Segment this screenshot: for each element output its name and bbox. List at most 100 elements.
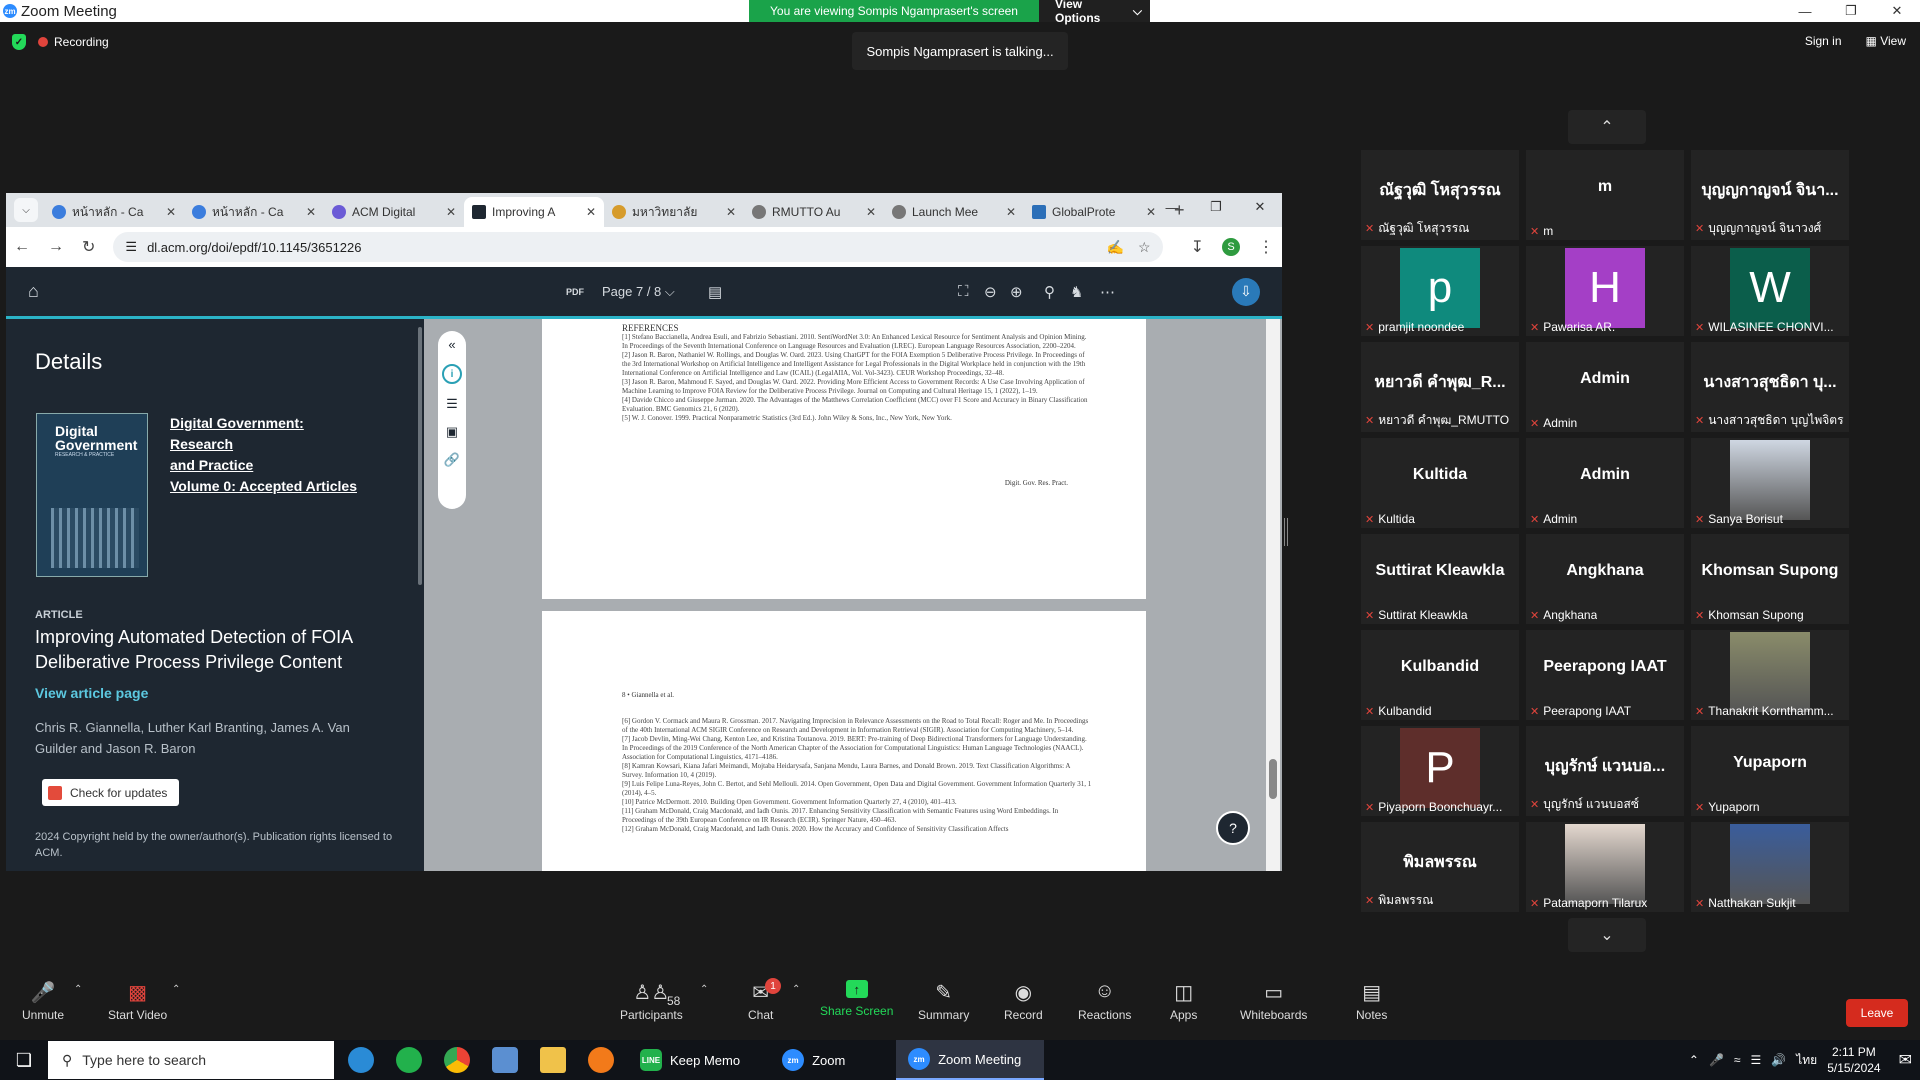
link-icon[interactable]: 🔗: [444, 452, 460, 468]
wifi-icon[interactable]: ☰: [1751, 1053, 1762, 1067]
unmute-button[interactable]: 🎤 Unmute: [22, 980, 64, 1022]
participant-tile[interactable]: Kultida ✕ Kultida: [1361, 438, 1519, 528]
participant-tile[interactable]: Khomsan Supong ✕ Khomsan Supong: [1691, 534, 1849, 624]
check-for-updates-button[interactable]: Check for updates: [42, 779, 179, 806]
participant-tile[interactable]: p ✕ pramjit noondee: [1361, 246, 1519, 336]
browser-tab[interactable]: หน้าหลัก - Ca ✕: [44, 197, 184, 227]
share-screen-button[interactable]: ↑ Share Screen: [820, 980, 893, 1018]
participant-tile[interactable]: Yupaporn ✕ Yupaporn: [1691, 726, 1849, 816]
chat-caret-icon[interactable]: ⌃: [792, 984, 800, 995]
participant-tile[interactable]: Peerapong IAAT ✕ Peerapong IAAT: [1526, 630, 1684, 720]
whiteboards-button[interactable]: ▭ Whiteboards: [1240, 980, 1307, 1022]
reload-icon[interactable]: ↻: [82, 237, 95, 257]
gallery-page-up-button[interactable]: ⌃: [1568, 110, 1646, 144]
microphone-icon[interactable]: 🎤: [1709, 1053, 1724, 1067]
participant-tile[interactable]: หยาวดี คำพุฒ_R... ✕ หยาวดี คำพุฒ_RMUTTO: [1361, 342, 1519, 432]
view-article-link[interactable]: View article page: [35, 685, 148, 701]
url-field[interactable]: ☰ dl.acm.org/doi/epdf/10.1145/3651226 ✍ ☆: [113, 232, 1163, 262]
taskbar-app-zoom-meeting[interactable]: zm Zoom Meeting: [896, 1040, 1045, 1080]
participant-tile[interactable]: Admin ✕ Admin: [1526, 342, 1684, 432]
notifications-icon[interactable]: ✉: [1899, 1050, 1912, 1070]
participant-tile[interactable]: ✕ Thanakrit Kornthamm...: [1691, 630, 1849, 720]
view-button[interactable]: ▦ View: [1866, 34, 1906, 48]
firefox-icon[interactable]: [588, 1047, 614, 1073]
record-button[interactable]: ◉ Record: [1004, 980, 1043, 1022]
close-tab-icon[interactable]: ✕: [866, 205, 876, 219]
page-selector[interactable]: Page 7 / 8 ⌵: [602, 284, 675, 300]
line-app-icon[interactable]: [396, 1047, 422, 1073]
restore-icon[interactable]: ❐: [1194, 193, 1238, 221]
input-language[interactable]: ไทย: [1796, 1051, 1817, 1070]
browser-tab[interactable]: GlobalProte ✕: [1024, 197, 1164, 227]
journal-cover-image[interactable]: Digital Government RESEARCH & PRACTICE: [36, 413, 148, 577]
participant-tile[interactable]: Angkhana ✕ Angkhana: [1526, 534, 1684, 624]
participant-tile[interactable]: ✕ Natthakan Sukjit: [1691, 822, 1849, 912]
browser-tab[interactable]: หน้าหลัก - Ca ✕: [184, 197, 324, 227]
participant-tile[interactable]: W ✕ WILASINEE CHONVI...: [1691, 246, 1849, 336]
outline-list-icon[interactable]: ☰: [446, 396, 458, 412]
close-icon[interactable]: ✕: [1874, 0, 1920, 22]
browser-tab[interactable]: ACM Digital ✕: [324, 197, 464, 227]
minimize-icon[interactable]: —: [1782, 0, 1828, 22]
figures-icon[interactable]: ▣: [446, 424, 458, 440]
apps-button[interactable]: ◫ Apps: [1170, 980, 1197, 1022]
restore-icon[interactable]: ❐: [1828, 0, 1874, 22]
close-tab-icon[interactable]: ✕: [1006, 205, 1016, 219]
tab-search-icon[interactable]: ⌵: [14, 198, 38, 222]
collapse-panel-icon[interactable]: «: [448, 337, 455, 352]
more-icon[interactable]: ⋯: [1100, 283, 1115, 301]
forward-icon[interactable]: →: [48, 238, 64, 256]
browser-menu-icon[interactable]: ⋮: [1258, 237, 1274, 257]
participant-tile[interactable]: ✕ Patamaporn Tilarux: [1526, 822, 1684, 912]
taskbar-clock[interactable]: 2:11 PM 5/15/2024: [1827, 1044, 1880, 1076]
participant-tile[interactable]: ณัฐวุฒิ โหสุวรรณ ✕ ณัฐวุฒิ โหสุวรรณ: [1361, 150, 1519, 240]
participant-tile[interactable]: บุญญกาญจน์ จินา... ✕ บุญญกาญจน์ จินาวงศ์: [1691, 150, 1849, 240]
zoom-out-icon[interactable]: ⊖: [984, 283, 997, 301]
tray-expand-icon[interactable]: ⌃: [1689, 1053, 1699, 1067]
edge-browser-icon[interactable]: [348, 1047, 374, 1073]
browser-tab-active[interactable]: Improving A ✕: [464, 197, 604, 227]
browser-tab[interactable]: Launch Mee ✕: [884, 197, 1024, 227]
summary-button[interactable]: ✎ Summary: [918, 980, 969, 1022]
reactions-button[interactable]: ☺ Reactions: [1078, 980, 1131, 1022]
leave-button[interactable]: Leave: [1846, 999, 1908, 1027]
close-tab-icon[interactable]: ✕: [726, 205, 736, 219]
split-resize-handle[interactable]: [1284, 518, 1288, 546]
volume-icon[interactable]: 🔊: [1771, 1053, 1786, 1067]
sign-in-button[interactable]: Sign in: [1805, 34, 1842, 48]
participant-tile[interactable]: Suttirat Kleawkla ✕ Suttirat Kleawkla: [1361, 534, 1519, 624]
close-tab-icon[interactable]: ✕: [446, 205, 456, 219]
search-icon[interactable]: ⚲: [1044, 283, 1055, 301]
back-icon[interactable]: ←: [14, 238, 30, 256]
zoom-in-icon[interactable]: ⊕: [1010, 283, 1023, 301]
close-icon[interactable]: ✕: [1238, 193, 1282, 221]
profile-avatar[interactable]: S: [1222, 238, 1240, 256]
view-options-button[interactable]: View Options ⌵: [1039, 0, 1150, 25]
participants-caret-icon[interactable]: ⌃: [700, 984, 708, 995]
start-video-button[interactable]: ▩ Start Video: [108, 980, 167, 1022]
notes-button[interactable]: ▤ Notes: [1356, 980, 1387, 1022]
close-tab-icon[interactable]: ✕: [306, 205, 316, 219]
audio-options-caret-icon[interactable]: ⌃: [74, 984, 82, 995]
windows-start-icon[interactable]: ❏: [0, 1040, 48, 1080]
participant-tile[interactable]: บุญรักษ์ แวนบอ... ✕ บุญรักษ์ แวนบอสซ์: [1526, 726, 1684, 816]
browser-tab[interactable]: มหาวิทยาลัย ✕: [604, 197, 744, 227]
browser-tab[interactable]: RMUTTO Au ✕: [744, 197, 884, 227]
paint-icon[interactable]: [492, 1047, 518, 1073]
site-info-icon[interactable]: ☰: [125, 239, 137, 255]
bookmark-star-icon[interactable]: ☆: [1138, 239, 1151, 256]
participant-tile[interactable]: ✕ Sanya Borisut: [1691, 438, 1849, 528]
participant-tile[interactable]: นางสาวสุชธิดา บุ... ✕ นางสาวสุชธิดา บุญไพจ…: [1691, 342, 1849, 432]
participant-tile[interactable]: Admin ✕ Admin: [1526, 438, 1684, 528]
recording-indicator[interactable]: Recording: [38, 35, 109, 49]
fullscreen-icon[interactable]: ⛶: [958, 283, 969, 300]
pdf-download-icon[interactable]: ⇩: [1232, 277, 1260, 306]
participant-tile[interactable]: พิมลพรรณ ✕ พิมลพรรณ: [1361, 822, 1519, 912]
participant-tile[interactable]: P ✕ Piyaporn Boonchuayr...: [1361, 726, 1519, 816]
taskbar-app-keep-memo[interactable]: LINE Keep Memo: [628, 1040, 752, 1080]
home-icon[interactable]: ⌂: [28, 281, 39, 302]
gallery-page-down-button[interactable]: ⌄: [1568, 918, 1646, 952]
chrome-icon[interactable]: [444, 1047, 470, 1073]
minimize-icon[interactable]: —: [1150, 193, 1194, 221]
download-icon[interactable]: ↧: [1191, 237, 1204, 257]
